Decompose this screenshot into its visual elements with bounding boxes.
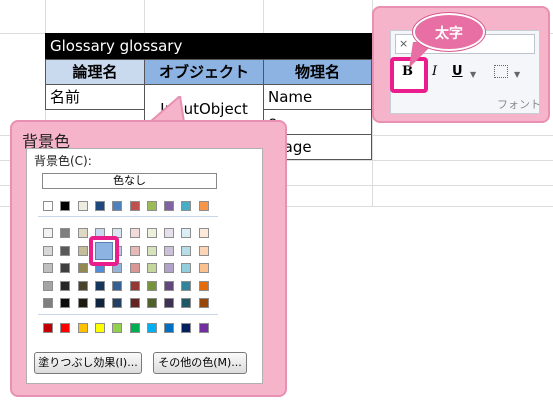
tint-color-swatch[interactable]: [181, 280, 192, 291]
tint-color-swatch[interactable]: [77, 245, 88, 256]
tint-color-swatch[interactable]: [129, 245, 140, 256]
header-logical-name[interactable]: 論理名: [45, 59, 145, 85]
tint-color-swatch[interactable]: [60, 280, 71, 291]
tint-color-swatch[interactable]: [77, 280, 88, 291]
tint-color-swatch[interactable]: [164, 245, 175, 256]
tint-color-swatch[interactable]: [181, 263, 192, 273]
tint-color-swatch[interactable]: [77, 228, 88, 238]
bold-callout-bubble: 太字: [413, 13, 485, 51]
font-group-label: フォント: [497, 98, 541, 111]
tint-color-swatch[interactable]: [43, 245, 53, 256]
fill-effects-button[interactable]: 塗りつぶし効果(I)...: [34, 352, 142, 374]
tint-color-swatch[interactable]: [181, 228, 192, 238]
borders-icon[interactable]: [494, 65, 508, 78]
theme-color-swatch[interactable]: [60, 201, 71, 211]
standard-color-swatch[interactable]: [112, 323, 123, 333]
tint-color-swatch[interactable]: [164, 298, 175, 308]
header-physical-name[interactable]: 物理名: [263, 59, 372, 85]
tint-color-swatch[interactable]: [94, 298, 105, 308]
theme-color-swatch[interactable]: [112, 201, 123, 211]
standard-color-swatch[interactable]: [198, 323, 209, 333]
no-fill-button[interactable]: 色なし: [42, 173, 217, 189]
tint-color-swatch[interactable]: [146, 263, 157, 273]
tint-color-swatch[interactable]: [77, 298, 88, 308]
tint-color-swatch[interactable]: [43, 298, 53, 308]
theme-color-swatch[interactable]: [198, 201, 209, 211]
tint-color-swatch[interactable]: [129, 263, 140, 273]
tint-color-swatch[interactable]: [129, 228, 140, 238]
tint-color-swatch[interactable]: [43, 263, 53, 273]
tint-color-swatch[interactable]: [198, 280, 209, 291]
tint-color-swatch[interactable]: [129, 280, 140, 291]
separator: [38, 314, 218, 315]
more-colors-button[interactable]: その他の色(M)...: [153, 352, 247, 374]
theme-color-swatch[interactable]: [164, 201, 175, 211]
tint-color-swatch[interactable]: [43, 280, 53, 291]
standard-color-swatch[interactable]: [77, 323, 88, 333]
tint-color-swatch[interactable]: [146, 298, 157, 308]
tint-color-swatch[interactable]: [43, 228, 53, 238]
cell-logical-1[interactable]: 名前: [45, 84, 145, 110]
tint-color-swatch[interactable]: [164, 263, 175, 273]
theme-color-swatch[interactable]: [77, 201, 88, 211]
tint-color-swatch[interactable]: [198, 298, 209, 308]
separator: [38, 216, 218, 217]
tint-color-swatch[interactable]: [129, 298, 140, 308]
tint-color-swatch[interactable]: [112, 280, 123, 291]
header-object[interactable]: オブジェクト: [144, 59, 264, 85]
tint-color-swatch[interactable]: [181, 298, 192, 308]
underline-dropdown-icon[interactable]: ▼: [470, 70, 476, 79]
tint-color-swatch[interactable]: [198, 228, 209, 238]
standard-color-swatch[interactable]: [129, 323, 140, 333]
tint-color-swatch[interactable]: [60, 245, 71, 256]
tint-color-swatch[interactable]: [60, 263, 71, 273]
cell-physical-1[interactable]: Name: [263, 84, 372, 110]
standard-color-swatch[interactable]: [181, 323, 192, 333]
tint-color-swatch[interactable]: [77, 263, 88, 273]
borders-dropdown-icon[interactable]: ▼: [514, 70, 520, 79]
standard-color-swatch[interactable]: [94, 323, 105, 333]
tint-color-swatch[interactable]: [164, 228, 175, 238]
theme-color-swatch[interactable]: [129, 201, 140, 211]
tint-color-swatch[interactable]: [94, 280, 105, 291]
tint-color-swatch[interactable]: [146, 245, 157, 256]
tint-color-swatch[interactable]: [60, 298, 71, 308]
standard-color-swatch[interactable]: [60, 323, 71, 333]
table-title[interactable]: Glossary glossary: [45, 33, 372, 59]
theme-color-swatch[interactable]: [43, 201, 53, 211]
tint-color-swatch[interactable]: [198, 263, 209, 273]
fill-color-label: 背景色(C):: [34, 154, 92, 168]
tint-color-swatch[interactable]: [112, 298, 123, 308]
standard-color-swatch[interactable]: [164, 323, 175, 333]
standard-color-swatch[interactable]: [43, 323, 53, 333]
tint-color-swatch[interactable]: [164, 280, 175, 291]
tint-color-swatch[interactable]: [146, 280, 157, 291]
tint-color-swatch[interactable]: [181, 245, 192, 256]
tint-color-swatch[interactable]: [146, 228, 157, 238]
theme-color-swatch[interactable]: [181, 201, 192, 211]
standard-color-swatch[interactable]: [146, 323, 157, 333]
underline-button[interactable]: U: [452, 64, 463, 79]
theme-color-swatch[interactable]: [146, 201, 157, 211]
theme-color-swatch[interactable]: [94, 201, 105, 211]
tint-color-swatch[interactable]: [60, 228, 71, 238]
tint-color-swatch[interactable]: [198, 245, 209, 256]
selected-color-swatch[interactable]: [95, 242, 113, 260]
